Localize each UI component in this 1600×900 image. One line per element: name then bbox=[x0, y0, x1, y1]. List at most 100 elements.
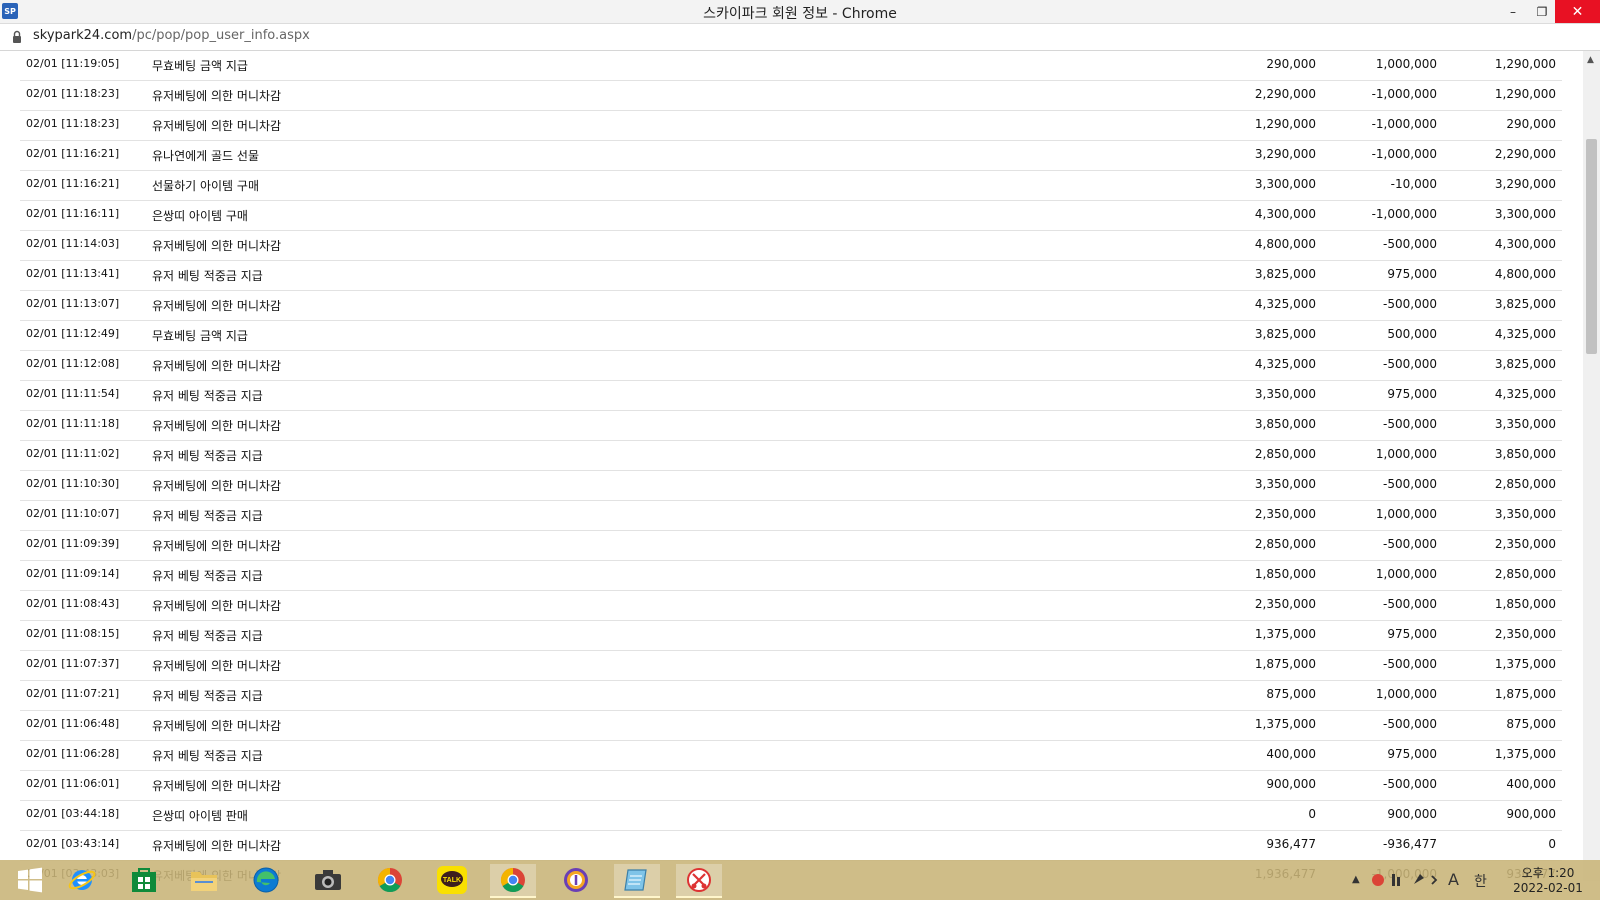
tray-pen-icon[interactable] bbox=[1414, 874, 1424, 884]
cell-time: 02/01 [11:08:15] bbox=[26, 627, 120, 640]
cell-balance-before: 1,375,000 bbox=[1254, 627, 1316, 641]
ime-mode-icon[interactable]: A bbox=[1448, 870, 1459, 889]
vpn-shield-icon[interactable] bbox=[556, 864, 596, 896]
cell-balance-after: 3,290,000 bbox=[1494, 177, 1556, 191]
cell-balance-after: 3,825,000 bbox=[1494, 357, 1556, 371]
store-icon[interactable] bbox=[124, 864, 164, 896]
camera-icon[interactable] bbox=[308, 864, 348, 896]
internet-explorer-icon[interactable] bbox=[62, 864, 102, 896]
file-explorer-icon[interactable] bbox=[184, 864, 224, 896]
taskbar-clock[interactable]: 오후 1:20 2022-02-01 bbox=[1508, 866, 1588, 896]
cell-balance-before: 3,300,000 bbox=[1254, 177, 1316, 191]
cell-amount-change: -500,000 bbox=[1383, 597, 1437, 611]
notes-icon[interactable] bbox=[614, 864, 660, 898]
table-row: 02/01 [11:12:49] 무효베팅 금액 지급 3,825,000 500,0… bbox=[20, 321, 1562, 351]
vertical-scrollbar[interactable]: ▲ bbox=[1583, 51, 1600, 881]
edge-icon[interactable] bbox=[246, 864, 286, 896]
cell-description: 유저베팅에 의한 머니차감 bbox=[152, 599, 282, 613]
cell-description: 유저 베팅 적중금 지급 bbox=[152, 449, 263, 463]
table-row: 02/01 [11:06:48] 유저베팅에 의한 머니차감 1,375,000 -5… bbox=[20, 711, 1562, 741]
cell-description: 유저베팅에 의한 머니차감 bbox=[152, 479, 282, 493]
cell-balance-before: 4,325,000 bbox=[1254, 297, 1316, 311]
cell-amount-change: -1,000,000 bbox=[1371, 147, 1437, 161]
scroll-thumb[interactable] bbox=[1586, 139, 1597, 354]
windows-start-icon[interactable] bbox=[10, 864, 50, 896]
cell-time: 02/01 [11:06:48] bbox=[26, 717, 120, 730]
cell-amount-change: -10,000 bbox=[1390, 177, 1437, 191]
cell-balance-before: 1,875,000 bbox=[1254, 657, 1316, 671]
cell-amount-change: 500,000 bbox=[1387, 327, 1437, 341]
cell-time: 02/01 [11:09:14] bbox=[26, 567, 120, 580]
cell-description: 무효베팅 금액 지급 bbox=[152, 329, 248, 343]
snipping-tool-icon[interactable] bbox=[676, 864, 722, 898]
cell-balance-before: 0 bbox=[1308, 807, 1316, 821]
scroll-up-icon[interactable]: ▲ bbox=[1587, 55, 1594, 65]
cell-balance-before: 400,000 bbox=[1266, 747, 1316, 761]
cell-balance-before: 3,825,000 bbox=[1254, 267, 1316, 281]
cell-amount-change: -500,000 bbox=[1383, 237, 1437, 251]
cell-time: 02/01 [11:16:21] bbox=[26, 177, 120, 190]
cell-balance-after: 400,000 bbox=[1506, 777, 1556, 791]
tray-network-icon[interactable] bbox=[1392, 874, 1395, 886]
tray-icons[interactable] bbox=[1370, 872, 1440, 892]
cell-amount-change: -500,000 bbox=[1383, 657, 1437, 671]
cell-amount-change: 900,000 bbox=[1387, 807, 1437, 821]
cell-balance-after: 3,850,000 bbox=[1494, 447, 1556, 461]
ime-hangul-icon[interactable]: 한 bbox=[1474, 871, 1487, 891]
clock-time: 오후 1:20 bbox=[1521, 866, 1575, 880]
cell-amount-change: 1,000,000 bbox=[1375, 687, 1437, 701]
cell-balance-before: 936,477 bbox=[1266, 837, 1316, 851]
chrome-icon[interactable] bbox=[490, 864, 536, 898]
url-text[interactable]: skypark24.com/pc/pop/pop_user_info.aspx bbox=[33, 28, 310, 43]
cell-amount-change: 975,000 bbox=[1387, 747, 1437, 761]
cell-description: 유저베팅에 의한 머니차감 bbox=[152, 419, 282, 433]
chrome-icon[interactable] bbox=[370, 864, 410, 896]
cell-description: 유저베팅에 의한 머니차감 bbox=[152, 779, 282, 793]
cell-description: 유저베팅에 의한 머니차감 bbox=[152, 89, 282, 103]
cell-balance-after: 290,000 bbox=[1506, 117, 1556, 131]
cell-time: 02/01 [11:18:23] bbox=[26, 117, 120, 130]
table-row: 02/01 [11:06:01] 유저베팅에 의한 머니차감 900,000 -500… bbox=[20, 771, 1562, 801]
cell-balance-before: 1,850,000 bbox=[1254, 567, 1316, 581]
cell-time: 02/01 [11:19:05] bbox=[26, 57, 120, 70]
cell-amount-change: 1,000,000 bbox=[1375, 57, 1437, 71]
table-row: 02/01 [11:10:30] 유저베팅에 의한 머니차감 3,350,000 -5… bbox=[20, 471, 1562, 501]
cell-balance-after: 4,325,000 bbox=[1494, 327, 1556, 341]
cell-description: 유저 베팅 적중금 지급 bbox=[152, 509, 263, 523]
tray-volume-icon[interactable] bbox=[1431, 875, 1438, 885]
kakaotalk-icon[interactable]: TALK bbox=[432, 864, 472, 896]
cell-time: 02/01 [11:07:21] bbox=[26, 687, 120, 700]
cell-amount-change: -500,000 bbox=[1383, 777, 1437, 791]
cell-amount-change: 1,000,000 bbox=[1375, 567, 1437, 581]
cell-description: 유저 베팅 적중금 지급 bbox=[152, 389, 263, 403]
url-host: skypark24.com bbox=[33, 28, 133, 43]
cell-description: 유저베팅에 의한 머니차감 bbox=[152, 359, 282, 373]
cell-description: 유저베팅에 의한 머니차감 bbox=[152, 719, 282, 733]
cell-description: 무효베팅 금액 지급 bbox=[152, 59, 248, 73]
cell-description: 유저 베팅 적중금 지급 bbox=[152, 689, 263, 703]
cell-time: 02/01 [11:11:54] bbox=[26, 387, 120, 400]
cell-time: 02/01 [11:11:02] bbox=[26, 447, 120, 460]
table-row: 02/01 [11:13:41] 유저 베팅 적중금 지급 3,825,000 975… bbox=[20, 261, 1562, 291]
address-bar[interactable]: skypark24.com/pc/pop/pop_user_info.aspx bbox=[0, 24, 1600, 51]
close-button[interactable]: ✕ bbox=[1555, 0, 1600, 23]
tray-chrome-icon[interactable] bbox=[1372, 874, 1384, 886]
cell-balance-before: 3,825,000 bbox=[1254, 327, 1316, 341]
cell-description: 유저 베팅 적중금 지급 bbox=[152, 749, 263, 763]
cell-amount-change: -500,000 bbox=[1383, 417, 1437, 431]
table-row: 02/01 [11:13:07] 유저베팅에 의한 머니차감 4,325,000 -5… bbox=[20, 291, 1562, 321]
tray-expand-icon[interactable]: ▲ bbox=[1352, 874, 1360, 885]
cell-balance-before: 3,350,000 bbox=[1254, 387, 1316, 401]
cell-description: 유저베팅에 의한 머니차감 bbox=[152, 299, 282, 313]
kakaotalk-label: TALK bbox=[443, 877, 461, 884]
cell-balance-after: 2,350,000 bbox=[1494, 627, 1556, 641]
table-row: 02/01 [11:09:39] 유저베팅에 의한 머니차감 2,850,000 -5… bbox=[20, 531, 1562, 561]
maximize-button[interactable]: ❐ bbox=[1527, 0, 1557, 23]
cell-amount-change: -500,000 bbox=[1383, 297, 1437, 311]
cell-time: 02/01 [11:11:18] bbox=[26, 417, 120, 430]
cell-balance-before: 3,850,000 bbox=[1254, 417, 1316, 431]
money-history-table: 02/01 [11:19:05] 무효베팅 금액 지급 290,000 1,000,0… bbox=[20, 51, 1562, 881]
minimize-button[interactable]: – bbox=[1498, 0, 1528, 23]
cell-balance-before: 2,350,000 bbox=[1254, 597, 1316, 611]
cell-balance-after: 1,875,000 bbox=[1494, 687, 1556, 701]
